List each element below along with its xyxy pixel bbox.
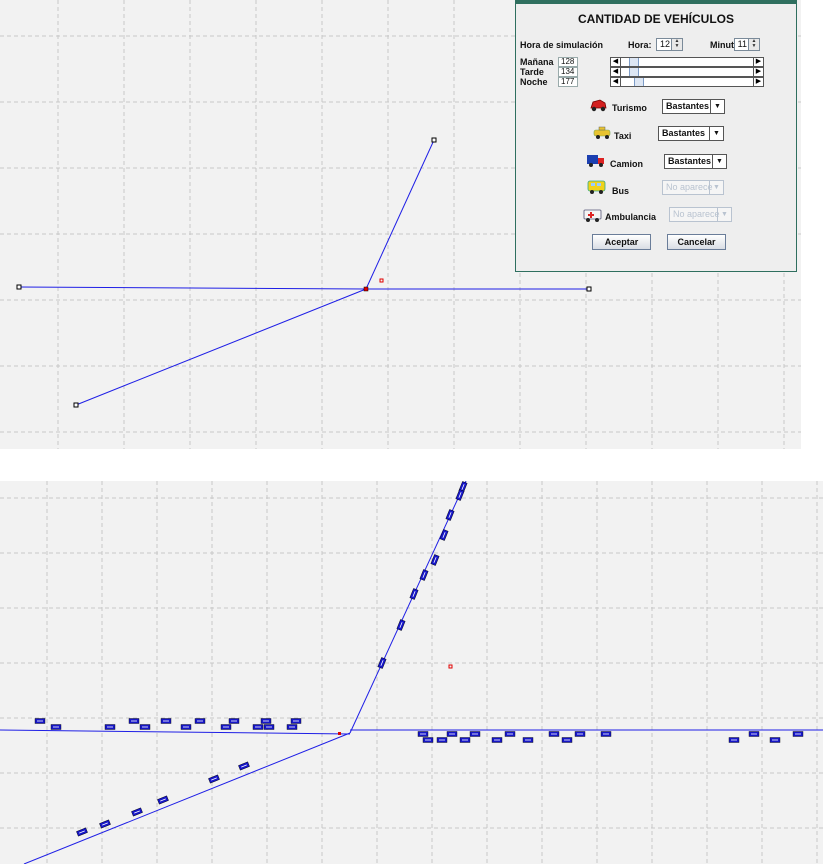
car-icon bbox=[590, 99, 607, 112]
scroll-left-icon[interactable]: ◀ bbox=[611, 58, 621, 66]
road-southwest bbox=[23, 732, 351, 864]
select-turismo[interactable]: Bastantes ▼ bbox=[662, 99, 725, 114]
select-value: Bastantes bbox=[662, 128, 706, 138]
vehicle-label-taxi: Taxi bbox=[614, 131, 632, 141]
period-value-morning: 128 bbox=[558, 57, 578, 67]
grid bbox=[0, 481, 823, 864]
scroll-thumb[interactable] bbox=[629, 58, 639, 66]
scroll-right-icon[interactable]: ▶ bbox=[753, 68, 763, 76]
vehicle-label-ambulancia: Ambulancia bbox=[605, 212, 657, 222]
spinner-arrows-icon[interactable]: ▲ ▼ bbox=[671, 39, 682, 50]
road-network-editor[interactable]: CANTIDAD DE VEHÍCULOS Hora de simulación… bbox=[0, 0, 801, 449]
scroll-thumb[interactable] bbox=[629, 68, 639, 76]
select-taxi[interactable]: Bastantes ▼ bbox=[658, 126, 724, 141]
dialog-title: CANTIDAD DE VEHÍCULOS bbox=[577, 12, 734, 26]
vehicle-label-camion: Camion bbox=[610, 159, 644, 169]
select-ambulancia[interactable]: No aparece ▼ bbox=[669, 207, 732, 222]
ambulance-icon bbox=[583, 209, 602, 222]
period-value-night: 177 bbox=[558, 77, 578, 87]
road-north bbox=[365, 139, 435, 290]
node-junction bbox=[338, 732, 341, 735]
bus-icon bbox=[587, 180, 606, 194]
select-camion[interactable]: Bastantes ▼ bbox=[664, 154, 727, 169]
marker bbox=[448, 664, 453, 669]
node-east bbox=[586, 286, 592, 292]
vehicles bbox=[34, 481, 804, 837]
taxi-icon bbox=[593, 126, 611, 139]
accept-button[interactable]: Aceptar bbox=[592, 234, 651, 250]
nodes[interactable] bbox=[16, 137, 592, 408]
node-west bbox=[16, 284, 22, 290]
scroll-right-icon[interactable]: ▶ bbox=[753, 58, 763, 66]
hour-label: Hora: bbox=[628, 40, 652, 50]
select-value: No aparece bbox=[673, 209, 720, 219]
select-bus[interactable]: No aparece ▼ bbox=[662, 180, 724, 195]
spinner-arrows-icon[interactable]: ▲ ▼ bbox=[748, 39, 759, 50]
roads bbox=[0, 481, 823, 864]
chevron-down-icon[interactable]: ▼ bbox=[712, 155, 726, 168]
minutes-value: 11 bbox=[737, 39, 747, 49]
chevron-down-icon[interactable]: ▼ bbox=[717, 208, 731, 221]
vehicle-quantity-dialog: CANTIDAD DE VEHÍCULOS Hora de simulación… bbox=[515, 0, 797, 272]
node-southwest bbox=[73, 402, 79, 408]
road-west bbox=[0, 729, 351, 735]
chevron-down-icon[interactable]: ▼ bbox=[709, 181, 723, 194]
select-value: No aparece bbox=[666, 182, 713, 192]
vehicle-label-turismo: Turismo bbox=[612, 103, 647, 113]
chevron-down-icon[interactable]: ▼ bbox=[710, 100, 724, 113]
period-label-morning: Mañana bbox=[520, 57, 554, 67]
hour-value: 12 bbox=[659, 39, 670, 49]
scroll-left-icon[interactable]: ◀ bbox=[611, 68, 621, 76]
vehicle-label-bus: Bus bbox=[612, 186, 630, 196]
simulation-time-label: Hora de simulación bbox=[520, 40, 604, 50]
bottom-canvas[interactable] bbox=[0, 481, 823, 864]
scroll-thumb[interactable] bbox=[634, 78, 644, 86]
period-label-afternoon: Tarde bbox=[520, 67, 544, 77]
minutes-spinner[interactable]: 11 ▲ ▼ bbox=[734, 38, 760, 51]
cancel-button[interactable]: Cancelar bbox=[667, 234, 726, 250]
period-value-afternoon: 134 bbox=[558, 67, 578, 77]
scrollbar-night[interactable]: ◀ ▶ bbox=[610, 77, 764, 87]
period-label-night: Noche bbox=[520, 77, 548, 87]
road-west bbox=[18, 286, 367, 290]
scroll-left-icon[interactable]: ◀ bbox=[611, 78, 621, 86]
node-junction bbox=[363, 286, 369, 292]
roads bbox=[18, 139, 589, 406]
chevron-down-icon[interactable]: ▼ bbox=[709, 127, 723, 140]
truck-icon bbox=[587, 155, 604, 167]
traffic-simulation-view[interactable] bbox=[0, 481, 823, 864]
scrollbar-morning[interactable]: ◀ ▶ bbox=[610, 57, 764, 67]
scroll-right-icon[interactable]: ▶ bbox=[753, 78, 763, 86]
scrollbar-afternoon[interactable]: ◀ ▶ bbox=[610, 67, 764, 77]
hour-spinner[interactable]: 12 ▲ ▼ bbox=[656, 38, 683, 51]
select-value: Bastantes bbox=[668, 156, 712, 166]
marker bbox=[379, 278, 384, 283]
select-value: Bastantes bbox=[666, 101, 710, 111]
node-north bbox=[431, 137, 437, 143]
